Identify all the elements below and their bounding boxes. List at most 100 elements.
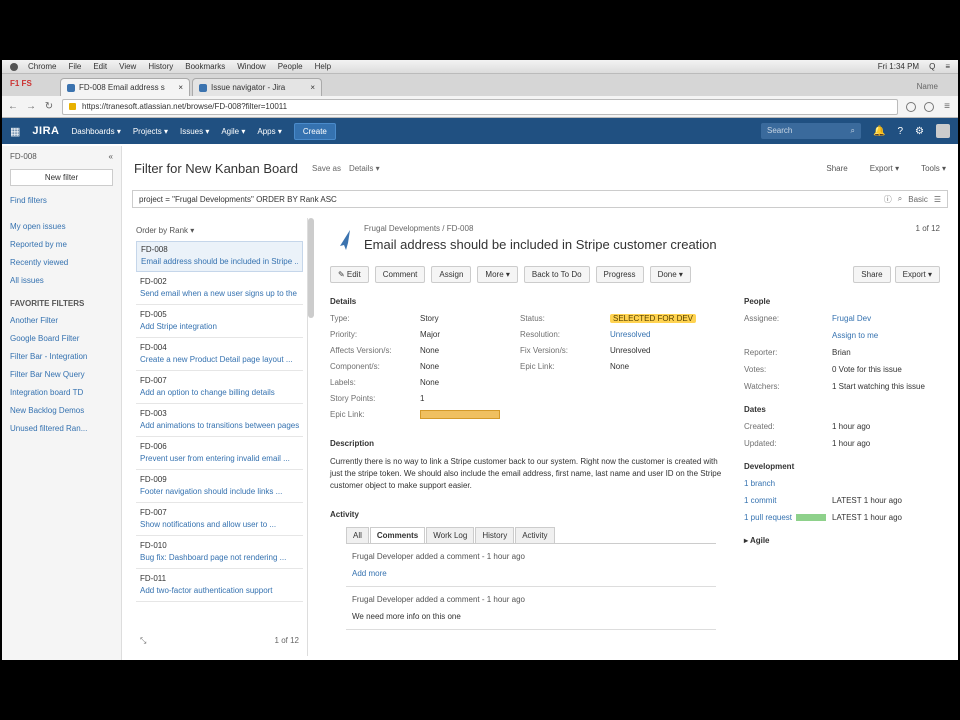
breadcrumb-project[interactable]: Frugal Developments bbox=[364, 224, 440, 233]
menu-item-window[interactable]: Window bbox=[237, 62, 265, 71]
sidebar-item-reported[interactable]: Reported by me bbox=[10, 240, 113, 249]
list-item[interactable]: FD-011 Add two-factor authentication sup… bbox=[136, 571, 303, 602]
spotlight-icon[interactable]: Q bbox=[929, 62, 935, 71]
favorite-filter[interactable]: Filter Bar New Query bbox=[10, 370, 113, 379]
list-item[interactable]: FD-006 Prevent user from entering invali… bbox=[136, 439, 303, 470]
menu-item-help[interactable]: Help bbox=[315, 62, 331, 71]
list-item[interactable]: FD-007 Show notifications and allow user… bbox=[136, 505, 303, 536]
user-avatar[interactable] bbox=[936, 124, 950, 138]
sidebar-item-all[interactable]: All issues bbox=[10, 276, 113, 285]
assign-button[interactable]: Assign bbox=[431, 266, 472, 283]
back-icon[interactable]: ← bbox=[8, 101, 18, 112]
progress-button[interactable]: Progress bbox=[595, 266, 644, 283]
app-switcher-icon[interactable]: ▦ bbox=[10, 125, 20, 138]
comment-button[interactable]: Comment bbox=[374, 266, 426, 283]
tab-all[interactable]: All bbox=[346, 527, 369, 543]
find-filters-link[interactable]: Find filters bbox=[10, 196, 113, 205]
votes-value[interactable]: 0 Vote for this issue bbox=[832, 365, 940, 374]
field-value-type[interactable]: Story bbox=[420, 314, 520, 323]
tab-history[interactable]: History bbox=[475, 527, 515, 543]
menu-item-history[interactable]: History bbox=[148, 62, 173, 71]
extension-icon[interactable] bbox=[924, 101, 934, 112]
list-item[interactable]: FD-009 Footer navigation should include … bbox=[136, 472, 303, 503]
favorite-filter[interactable]: Integration board TD bbox=[10, 388, 113, 397]
create-button[interactable]: Create bbox=[293, 122, 336, 140]
field-value-priority[interactable]: Major bbox=[420, 330, 520, 339]
done-button[interactable]: Done ▾ bbox=[649, 266, 691, 283]
sidebar-item-my-open[interactable]: My open issues bbox=[10, 222, 113, 231]
export-button[interactable]: Export ▾ bbox=[870, 164, 899, 173]
description-text[interactable]: Currently there is no way to link a Stri… bbox=[330, 456, 730, 492]
sidebar-item-recent[interactable]: Recently viewed bbox=[10, 258, 113, 267]
issue-list-scrollbar[interactable] bbox=[308, 218, 314, 318]
edit-button[interactable]: ✎ Edit bbox=[330, 266, 369, 283]
forward-icon[interactable]: → bbox=[26, 101, 36, 112]
expand-icon[interactable]: ⤡ bbox=[140, 636, 146, 646]
settings-icon[interactable]: ⚙ bbox=[915, 126, 924, 137]
nav-projects[interactable]: Projects ▾ bbox=[133, 127, 168, 136]
field-value-affects[interactable]: None bbox=[420, 346, 520, 355]
favorite-filter[interactable]: Google Board Filter bbox=[10, 334, 113, 343]
back-to-todo-button[interactable]: Back to To Do bbox=[523, 266, 590, 283]
list-item[interactable]: FD-010 Bug fix: Dashboard page not rende… bbox=[136, 538, 303, 569]
more-button[interactable]: More ▾ bbox=[477, 266, 518, 283]
address-bar[interactable]: https://tranesoft.atlassian.net/browse/F… bbox=[62, 98, 898, 115]
menu-item-file[interactable]: File bbox=[68, 62, 81, 71]
apple-menu-icon[interactable] bbox=[10, 62, 18, 71]
favorite-filter[interactable]: Unused filtered Ran... bbox=[10, 424, 113, 433]
extension-icon[interactable] bbox=[906, 101, 916, 112]
field-value-component[interactable]: None bbox=[420, 362, 520, 371]
tab-work-log[interactable]: Work Log bbox=[426, 527, 475, 543]
help-icon[interactable]: ⓘ bbox=[884, 194, 892, 205]
list-item[interactable]: FD-005 Add Stripe integration bbox=[136, 307, 303, 338]
agile-heading[interactable]: ▸ Agile bbox=[744, 536, 940, 545]
branch-link[interactable]: 1 branch bbox=[744, 479, 832, 488]
breadcrumb-issue-key[interactable]: FD-008 bbox=[447, 224, 474, 233]
epic-label-tag[interactable] bbox=[420, 410, 500, 419]
nav-agile[interactable]: Agile ▾ bbox=[221, 127, 245, 136]
list-item[interactable]: FD-004 Create a new Product Detail page … bbox=[136, 340, 303, 371]
field-value-epic[interactable]: None bbox=[610, 362, 710, 371]
favorite-filter[interactable]: Filter Bar - Integration bbox=[10, 352, 113, 361]
tab-activity[interactable]: Activity bbox=[515, 527, 555, 543]
issue-pager[interactable]: 1 of 12 bbox=[916, 224, 940, 233]
nav-issues[interactable]: Issues ▾ bbox=[180, 127, 209, 136]
browser-tab-active[interactable]: FD-008 Email address s × bbox=[60, 78, 190, 96]
new-filter-button[interactable]: New filter bbox=[10, 169, 113, 186]
assignee-value[interactable]: Frugal Dev bbox=[832, 314, 940, 323]
assign-to-me-link[interactable]: Assign to me bbox=[832, 331, 940, 340]
share-issue-button[interactable]: Share bbox=[853, 266, 891, 283]
nav-apps[interactable]: Apps ▾ bbox=[257, 127, 281, 136]
reporter-value[interactable]: Brian bbox=[832, 348, 940, 357]
notifications-icon[interactable]: 🔔 bbox=[873, 126, 885, 137]
favorite-filter[interactable]: Another Filter bbox=[10, 316, 113, 325]
save-as-button[interactable]: Save as bbox=[312, 164, 341, 173]
menu-item-bookmarks[interactable]: Bookmarks bbox=[185, 62, 225, 71]
close-tab-icon[interactable]: × bbox=[178, 83, 183, 92]
order-by-button[interactable]: Order by Rank ▾ bbox=[136, 226, 194, 235]
details-button[interactable]: Details ▾ bbox=[349, 164, 380, 173]
browser-tab[interactable]: Issue navigator - Jira × bbox=[192, 78, 322, 96]
field-value-resolution[interactable]: Unresolved bbox=[610, 330, 710, 339]
reload-icon[interactable]: ↻ bbox=[44, 101, 54, 112]
field-value-fix-version[interactable]: Unresolved bbox=[610, 346, 710, 355]
browser-profile[interactable]: Name bbox=[917, 82, 938, 91]
commit-link[interactable]: 1 commit bbox=[744, 496, 832, 505]
nav-dashboards[interactable]: Dashboards ▾ bbox=[71, 127, 120, 136]
menu-item-people[interactable]: People bbox=[278, 62, 303, 71]
watchers-value[interactable]: 1 Start watching this issue bbox=[832, 382, 940, 391]
list-item[interactable]: FD-008 Email address should be included … bbox=[136, 241, 303, 272]
basic-mode-link[interactable]: Basic bbox=[908, 195, 928, 204]
field-value-labels[interactable]: None bbox=[420, 378, 520, 387]
tools-button[interactable]: Tools ▾ bbox=[921, 164, 946, 173]
tab-comments[interactable]: Comments bbox=[369, 527, 426, 543]
field-value-story-points[interactable]: 1 bbox=[420, 394, 520, 403]
list-item[interactable]: FD-007 Add an option to change billing d… bbox=[136, 373, 303, 404]
list-item[interactable]: FD-002 Send email when a new user signs … bbox=[136, 274, 303, 305]
menu-item-chrome[interactable]: Chrome bbox=[28, 62, 56, 71]
help-icon[interactable]: ? bbox=[897, 126, 903, 137]
list-item[interactable]: FD-003 Add animations to transitions bet… bbox=[136, 406, 303, 437]
jql-query-field[interactable]: project = "Frugal Developments" ORDER BY… bbox=[132, 190, 948, 208]
menu-item-edit[interactable]: Edit bbox=[93, 62, 107, 71]
favorite-filter[interactable]: New Backlog Demos bbox=[10, 406, 113, 415]
